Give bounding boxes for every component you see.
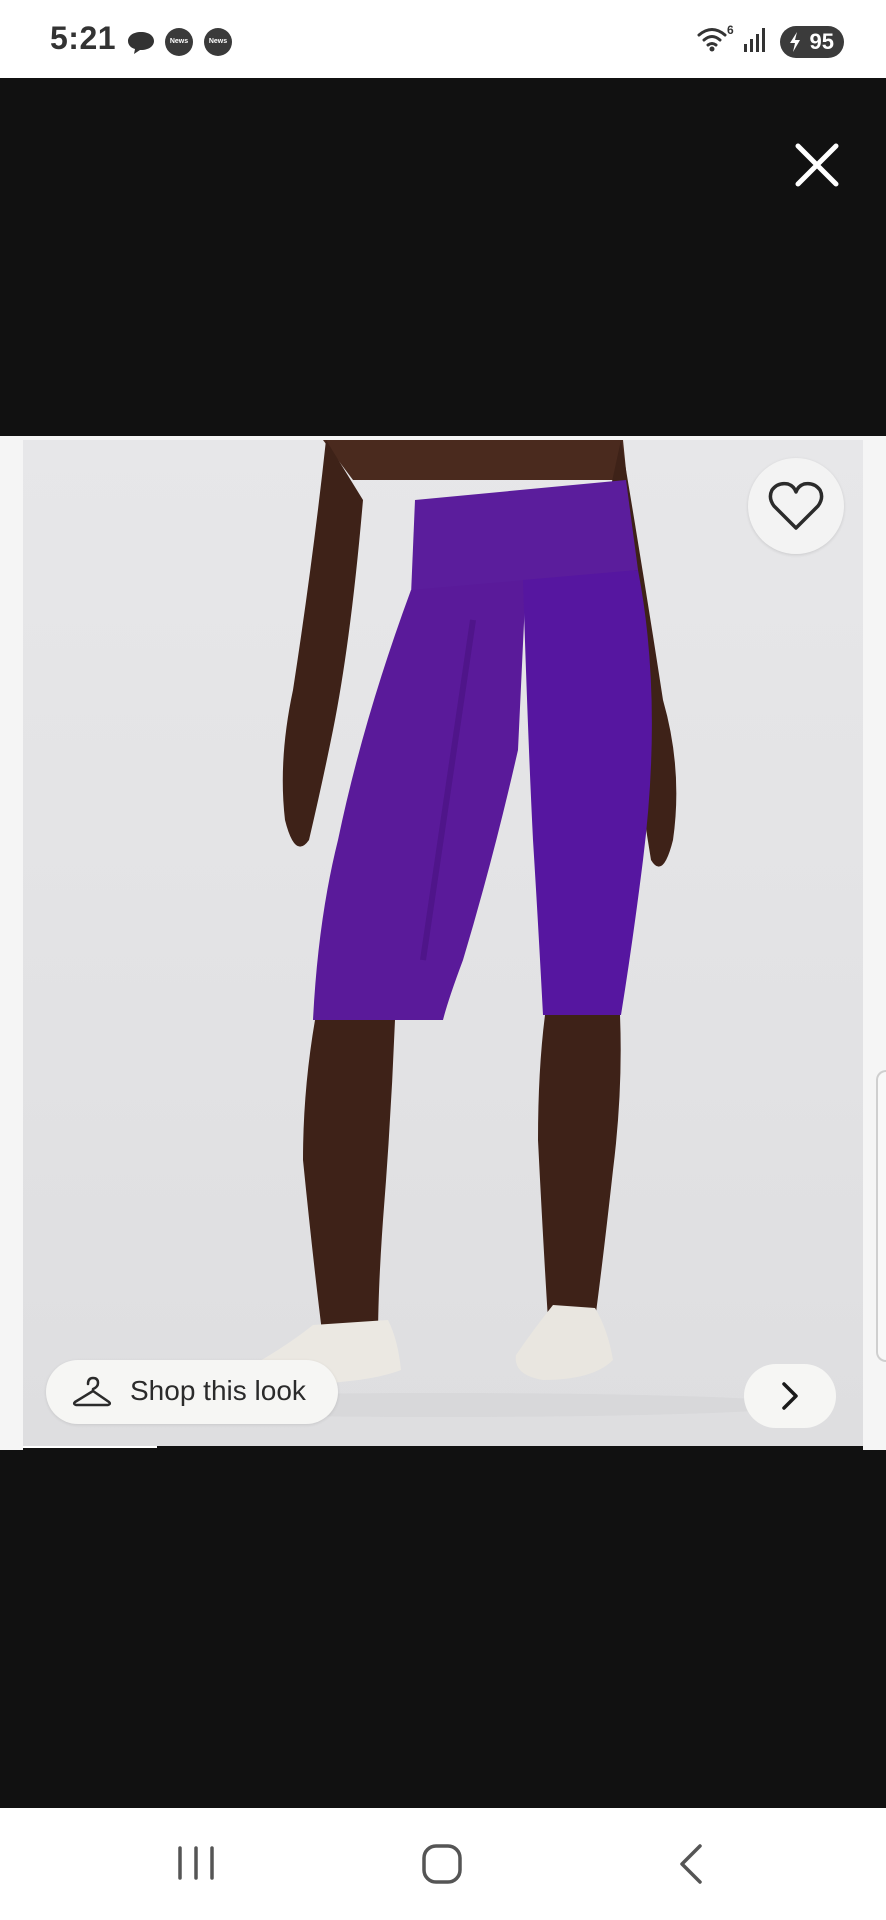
news-icon: News (165, 28, 193, 56)
shop-this-look-button[interactable]: Shop this look (46, 1360, 338, 1424)
status-time: 5:21 (50, 20, 117, 56)
battery-level: 95 (809, 29, 834, 54)
charging-icon (790, 32, 800, 52)
favorite-button[interactable] (748, 458, 844, 554)
heart-icon (768, 481, 824, 530)
viewer-top-area (0, 78, 886, 436)
home-icon[interactable] (420, 1842, 464, 1886)
product-image[interactable] (23, 440, 863, 1450)
close-icon[interactable] (790, 138, 844, 192)
status-bar: 5:21 News News 6 95 (0, 0, 886, 78)
side-panel-handle[interactable] (876, 1070, 886, 1362)
chat-bubble-icon (128, 32, 154, 54)
viewer-bottom-area (0, 1450, 886, 1808)
news-icon: News (204, 28, 232, 56)
hanger-icon (72, 1376, 112, 1407)
back-icon[interactable] (672, 1840, 708, 1888)
wifi-badge: 6 (727, 24, 734, 37)
product-illustration (83, 440, 803, 1417)
chevron-right-icon (782, 1382, 798, 1410)
wifi-icon: 6 (697, 24, 734, 52)
recents-icon[interactable] (174, 1838, 218, 1888)
next-button[interactable] (744, 1364, 836, 1428)
signal-icon (744, 28, 765, 52)
shop-this-look-label: Shop this look (130, 1375, 306, 1406)
navigation-bar (0, 1808, 886, 1920)
battery-indicator: 95 (780, 26, 844, 58)
